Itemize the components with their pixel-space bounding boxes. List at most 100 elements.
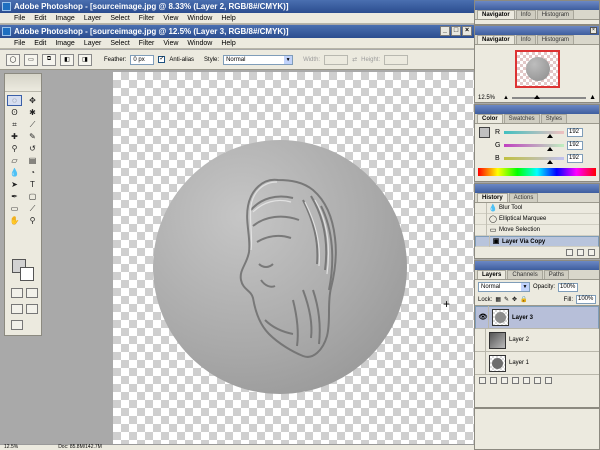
feather-input[interactable]: 0 px — [130, 54, 155, 65]
tab-info[interactable]: Info — [515, 10, 536, 19]
menu-file[interactable]: File — [14, 40, 25, 47]
link-layers-icon[interactable] — [479, 377, 486, 384]
marquee-tool-icon[interactable]: ◌ — [7, 95, 22, 106]
type-tool-icon[interactable]: T — [25, 179, 40, 190]
healing-brush-icon[interactable]: ✚ — [7, 131, 22, 142]
menu-edit[interactable]: Edit — [34, 15, 46, 22]
hand-tool-icon[interactable]: ✋ — [7, 215, 22, 226]
new-selection-icon[interactable]: ▭ — [24, 53, 38, 66]
new-layer-icon[interactable] — [534, 377, 541, 384]
menu-filter[interactable]: Filter — [139, 40, 155, 47]
navigator-preview[interactable] — [514, 50, 560, 88]
menu-window[interactable]: Window — [187, 40, 212, 47]
subtract-selection-icon[interactable]: ◧ — [60, 53, 74, 66]
history-item[interactable]: ▭ Move Selection — [475, 224, 599, 236]
zoom-in-icon[interactable]: ▲ — [589, 94, 596, 101]
slider-b[interactable] — [504, 157, 564, 164]
slider-r[interactable] — [504, 131, 564, 138]
zoom-slider-knob[interactable] — [534, 94, 541, 99]
jump-to-imageready-icon[interactable] — [11, 320, 23, 330]
menu-filter[interactable]: Filter — [139, 15, 155, 22]
window-title-bar-2[interactable]: Adobe Photoshop - [sourceimage.jpg @ 12.… — [0, 25, 474, 38]
layer-style-icon[interactable] — [490, 377, 497, 384]
maximize-button[interactable]: □ — [451, 26, 461, 36]
history-item[interactable]: ◯ Elliptical Marquee — [475, 213, 599, 225]
blend-mode-select[interactable]: Normal ▼ — [478, 282, 530, 292]
eyedropper-icon[interactable]: ⟋ — [25, 203, 40, 214]
magic-wand-icon[interactable]: ✱ — [25, 107, 40, 118]
panel-title-bar[interactable] — [475, 184, 599, 193]
style-select[interactable]: Normal ▼ — [223, 54, 294, 65]
history-item-selected[interactable]: ▣ Layer Via Copy — [475, 236, 599, 247]
tab-navigator[interactable]: Navigator — [477, 10, 515, 19]
panel-title-bar[interactable] — [475, 1, 599, 10]
new-document-from-state-icon[interactable] — [566, 249, 573, 256]
slice-tool-icon[interactable]: ⟋ — [25, 119, 40, 130]
channel-value-g[interactable]: 192 — [567, 141, 583, 150]
lock-all-icon[interactable]: 🔒 — [520, 296, 527, 303]
trash-icon[interactable] — [545, 377, 552, 384]
panel-title-bar[interactable] — [475, 105, 599, 114]
tab-swatches[interactable]: Swatches — [503, 114, 540, 123]
tab-channels[interactable]: Channels — [507, 270, 543, 279]
layer-mask-icon[interactable] — [501, 377, 508, 384]
move-tool-icon[interactable]: ✥ — [25, 95, 40, 106]
add-selection-icon[interactable]: ⧉ — [42, 53, 56, 66]
antialias-checkbox[interactable]: ✓ — [158, 56, 166, 63]
menu-help[interactable]: Help — [221, 15, 235, 22]
zoom-out-icon[interactable]: ▲ — [503, 95, 509, 101]
menu-layer[interactable]: Layer — [84, 40, 102, 47]
layer-row[interactable]: 👁 Layer 3 — [475, 306, 599, 329]
pen-tool-icon[interactable]: ✒ — [7, 191, 22, 202]
tab-histogram[interactable]: Histogram — [536, 10, 575, 19]
close-icon[interactable]: × — [590, 27, 597, 34]
lock-paint-icon[interactable]: ✎ — [504, 296, 509, 303]
tab-navigator[interactable]: Navigator — [477, 35, 515, 44]
toolbox-header[interactable] — [5, 74, 41, 92]
screen-mode-full-icon[interactable] — [26, 304, 38, 314]
menu-help[interactable]: Help — [221, 40, 235, 47]
fill-input[interactable]: 100% — [576, 295, 596, 304]
menu-image[interactable]: Image — [55, 15, 74, 22]
tab-info[interactable]: Info — [515, 35, 536, 44]
gradient-tool-icon[interactable]: ▤ — [25, 155, 40, 166]
ellipse-marquee-tool-preset-icon[interactable]: ◯ — [6, 53, 20, 66]
tab-styles[interactable]: Styles — [540, 114, 568, 123]
trash-icon[interactable] — [588, 249, 595, 256]
color-panel-swatch[interactable] — [479, 127, 490, 138]
menu-window[interactable]: Window — [187, 15, 212, 22]
navigator-zoom[interactable]: 12.5% — [478, 95, 500, 101]
minimize-button[interactable]: _ — [440, 26, 450, 36]
panel-title-bar[interactable] — [475, 26, 599, 35]
clone-stamp-icon[interactable]: ⚲ — [7, 143, 22, 154]
notes-tool-icon[interactable]: ▭ — [7, 203, 22, 214]
menu-select[interactable]: Select — [110, 15, 129, 22]
blur-tool-icon[interactable]: 💧 — [7, 167, 22, 178]
tab-layers[interactable]: Layers — [477, 270, 507, 279]
dodge-tool-icon[interactable]: ◔ — [25, 167, 40, 178]
close-button[interactable]: × — [462, 26, 472, 36]
path-selection-icon[interactable]: ➤ — [7, 179, 22, 190]
zoom-slider[interactable] — [511, 94, 587, 99]
intersect-selection-icon[interactable]: ◨ — [78, 53, 92, 66]
brush-tool-icon[interactable]: ✎ — [25, 131, 40, 142]
color-spectrum[interactable] — [478, 168, 596, 176]
tab-history[interactable]: History — [477, 193, 508, 202]
channel-value-b[interactable]: 192 — [567, 154, 583, 163]
menu-edit[interactable]: Edit — [34, 40, 46, 47]
menu-view[interactable]: View — [163, 40, 178, 47]
layer-row[interactable]: Layer 1 — [475, 351, 599, 375]
tab-histogram[interactable]: Histogram — [536, 35, 575, 44]
lock-transparency-icon[interactable]: ▦ — [495, 296, 501, 303]
adjustment-layer-icon[interactable] — [523, 377, 530, 384]
quickmask-mode-icon[interactable] — [26, 288, 38, 298]
zoom-tool-icon[interactable]: ⚲ — [25, 215, 40, 226]
tab-paths[interactable]: Paths — [543, 270, 570, 279]
panel-title-bar[interactable] — [475, 261, 599, 270]
slider-knob-b[interactable] — [547, 160, 553, 164]
opacity-input[interactable]: 100% — [558, 282, 579, 292]
menu-file[interactable]: File — [14, 15, 25, 22]
document-canvas[interactable]: + — [113, 72, 474, 444]
crop-tool-icon[interactable]: ⌗ — [7, 119, 22, 130]
slider-g[interactable] — [504, 144, 564, 151]
